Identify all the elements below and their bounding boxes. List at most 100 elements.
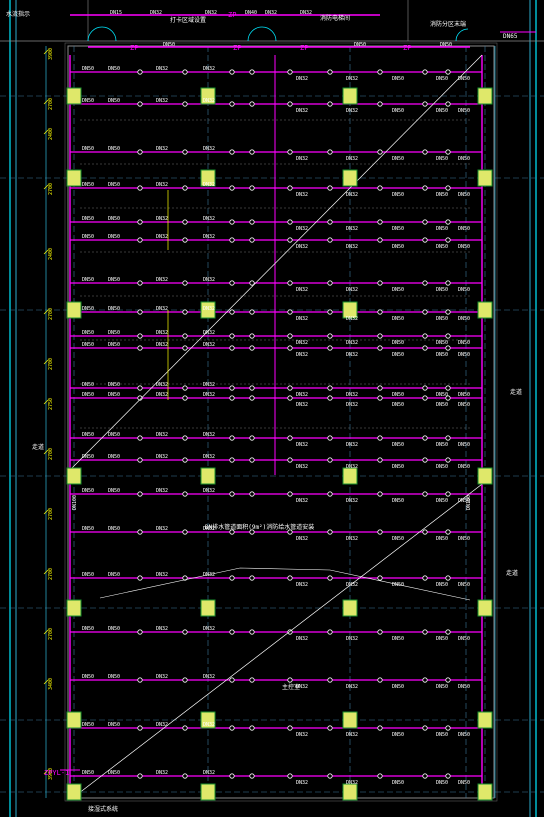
floor-outline-outer (64, 42, 498, 802)
sprinkler-head-6-0 (137, 280, 143, 286)
column-3-5 (477, 711, 493, 729)
sprinkler-head-0-3 (249, 69, 255, 75)
sprinkler-head-16-6 (377, 575, 383, 581)
pipe-label-dn32-c-14: DN32 (296, 498, 308, 504)
pipe-label-dn32-b-12: DN32 (203, 432, 215, 438)
sprinkler-head-14-5 (327, 491, 333, 497)
sprinkler-head-3-7 (422, 185, 428, 191)
pipe-label-dn50-c-12: DN50 (436, 442, 448, 448)
sprinkler-head-6-6 (377, 280, 383, 286)
cross-zp-c: ZP (300, 44, 308, 52)
sprinkler-head-6-8 (445, 280, 451, 286)
sprinkler-head-18-0 (137, 677, 143, 683)
dim-left-1: 2700 (48, 98, 54, 110)
pipe-label-dn50-b-8: DN50 (392, 340, 404, 346)
column-3-0 (477, 87, 493, 105)
pipe-label-dn50-left-3: DN50 (82, 182, 94, 188)
top-label-dn32-b: DN32 (205, 10, 217, 16)
pipe-label-dn50-left-14: DN50 (82, 488, 94, 494)
sprinkler-head-13-5 (327, 457, 333, 463)
sprinkler-head-16-4 (287, 575, 293, 581)
pipe-label-dn50-left-17: DN50 (82, 626, 94, 632)
pipe-label-dn50-d-1: DN50 (458, 108, 470, 114)
pipe-label-dn32-b-13: DN32 (203, 454, 215, 460)
sprinkler-head-17-2 (229, 629, 235, 635)
pipe-label-dn50-b-17: DN50 (392, 636, 404, 642)
pipe-label-dn32-c-6: DN32 (296, 287, 308, 293)
cross-zp-b: ZP (233, 44, 241, 52)
pipe-label-dn32-c-1: DN32 (296, 108, 308, 114)
sprinkler-head-7-6 (377, 309, 383, 315)
column-0-1 (66, 169, 82, 187)
sprinkler-head-6-3 (249, 280, 255, 286)
sprinkler-head-14-6 (377, 491, 383, 497)
pipe-label-dn50-c-11: DN50 (436, 402, 448, 408)
pipe-label-dn32-a-11: DN32 (156, 392, 168, 398)
column-0-6 (66, 783, 82, 801)
pipe-label-dn50-a-7: DN50 (108, 306, 120, 312)
sprinkler-head-0-1 (182, 69, 188, 75)
sprinkler-head-3-4 (287, 185, 293, 191)
pipe-label-dn50-left-19: DN50 (82, 722, 94, 728)
sprinkler-head-9-0 (137, 345, 143, 351)
sprinkler-head-17-7 (422, 629, 428, 635)
pipe-label-dn32-b-10: DN32 (203, 382, 215, 388)
sprinkler-head-2-7 (422, 149, 428, 155)
sprinkler-head-10-0 (137, 385, 143, 391)
column-1-3 (200, 467, 216, 485)
note-card-area: 打卡区域设置 (170, 16, 206, 24)
pipe-label-dn50-c-0: DN50 (436, 76, 448, 82)
pipe-label-dn32-c-2: DN32 (296, 156, 308, 162)
top-label-dn15: DN15 (110, 10, 122, 16)
pipe-label-dn32-c-11: DN32 (296, 402, 308, 408)
sprinkler-head-4-3 (249, 219, 255, 225)
pipe-label-dn32-c-7: DN32 (296, 316, 308, 322)
sprinkler-head-4-0 (137, 219, 143, 225)
wall-lines (0, 0, 544, 817)
sprinkler-head-1-1 (182, 101, 188, 107)
pipe-label-dn32-c-3: DN32 (296, 192, 308, 198)
dim-left-8: 2700 (48, 448, 54, 460)
note-corridor-left: 走道 (32, 443, 44, 451)
sprinkler-head-6-2 (229, 280, 235, 286)
dim-left-6: 2700 (48, 358, 54, 370)
pipe-label-dn32-b-11: DN32 (203, 392, 215, 398)
sprinkler-head-18-1 (182, 677, 188, 683)
pipe-label-dn32-c-9: DN32 (296, 352, 308, 358)
sprinkler-head-15-7 (422, 529, 428, 535)
pipe-label-dn32-b-16: DN32 (203, 572, 215, 578)
pipe-label-dn32-a-18: DN32 (156, 674, 168, 680)
sprinkler-head-12-3 (249, 435, 255, 441)
pipe-label-dn32-a-4: DN32 (156, 216, 168, 222)
pipe-label-dn50-a-0: DN50 (108, 66, 120, 72)
pipe-label-dn32-d-12: DN32 (346, 442, 358, 448)
pipe-label-dn50-d-0: DN50 (458, 76, 470, 82)
sprinkler-head-12-5 (327, 435, 333, 441)
pipe-label-dn32-d-0: DN32 (346, 76, 358, 82)
column-3-4 (477, 599, 493, 617)
sprinkler-head-3-6 (377, 185, 383, 191)
pipe-label-dn32-b-20: DN32 (203, 770, 215, 776)
pipe-label-dn50-d-18: DN50 (458, 684, 470, 690)
pipe-label-dn32-b-4: DN32 (203, 216, 215, 222)
sprinkler-head-7-0 (137, 309, 143, 315)
pipe-label-dn50-a-12: DN50 (108, 432, 120, 438)
pipe-label-dn50-c-8: DN50 (436, 340, 448, 346)
pipe-label-dn50-b-19: DN50 (392, 732, 404, 738)
pipe-label-dn50-left-1: DN50 (82, 98, 94, 104)
note-mid-text: DN排水管道面积(9m²)消防给水管道安装 (205, 523, 314, 531)
pipe-label-dn50-a-5: DN50 (108, 234, 120, 240)
sprinkler-head-13-1 (182, 457, 188, 463)
sprinkler-head-3-1 (182, 185, 188, 191)
sprinkler-head-2-0 (137, 149, 143, 155)
door-swing-1 (87, 26, 103, 42)
pipe-label-dn50-left-10: DN50 (82, 382, 94, 388)
pipe-label-dn32-c-17: DN32 (296, 636, 308, 642)
pipe-label-dn50-a-3: DN50 (108, 182, 120, 188)
pipe-label-dn32-b-19: DN32 (203, 722, 215, 728)
pipe-label-dn50-b-12: DN50 (392, 442, 404, 448)
sprinkler-head-13-8 (445, 457, 451, 463)
sprinkler-head-15-6 (377, 529, 383, 535)
pipe-label-dn50-c-17: DN50 (436, 636, 448, 642)
pipe-label-dn32-d-14: DN32 (346, 498, 358, 504)
